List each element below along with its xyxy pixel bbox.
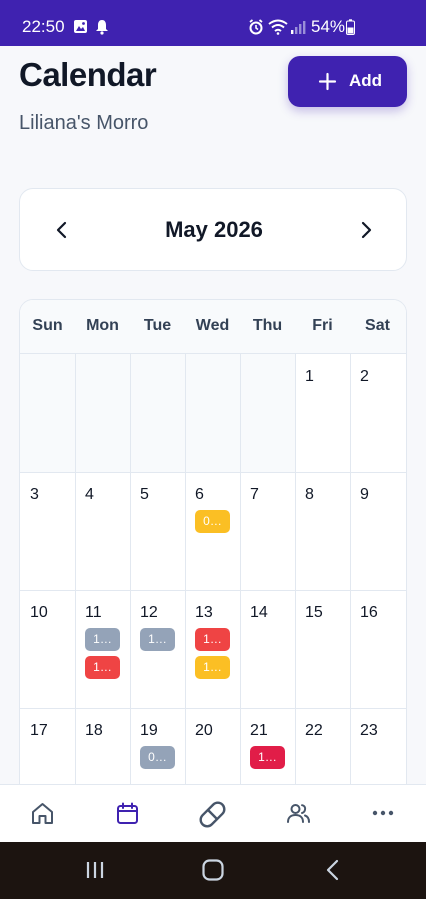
empty-day-cell xyxy=(185,354,240,472)
back-icon[interactable] xyxy=(322,858,344,887)
day-number-7[interactable]: 7 xyxy=(250,486,259,504)
home-circle-icon[interactable] xyxy=(201,858,225,887)
grid-divider xyxy=(295,354,296,784)
day-number-8[interactable]: 8 xyxy=(305,486,314,504)
add-button-label: Add xyxy=(349,71,383,90)
empty-day-cell xyxy=(240,354,295,472)
grid-divider xyxy=(20,590,406,591)
empty-day-cell xyxy=(75,354,130,472)
day-number-2[interactable]: 2 xyxy=(360,368,369,386)
day-number-21[interactable]: 21 xyxy=(250,722,268,740)
calendar-icon[interactable] xyxy=(115,801,140,831)
chevron-right-icon[interactable] xyxy=(356,219,376,241)
weekday-sat: Sat xyxy=(365,317,390,334)
page-title: Calendar xyxy=(19,56,157,93)
day-number-18[interactable]: 18 xyxy=(85,722,103,740)
day-number-1[interactable]: 1 xyxy=(305,368,314,386)
grid-divider xyxy=(185,354,186,784)
weekday-thu: Thu xyxy=(252,317,283,334)
day-number-9[interactable]: 9 xyxy=(360,486,369,504)
grid-divider xyxy=(350,354,351,784)
gallery-notification-icon xyxy=(73,19,88,39)
day-number-23[interactable]: 23 xyxy=(360,722,378,740)
empty-day-cell xyxy=(130,354,185,472)
day-number-14[interactable]: 14 xyxy=(250,604,268,622)
day-number-20[interactable]: 20 xyxy=(195,722,213,740)
event-chip[interactable]: 1… xyxy=(195,628,230,651)
event-chip[interactable]: 1… xyxy=(195,656,230,679)
event-chip[interactable]: 0… xyxy=(195,510,230,533)
more-icon[interactable] xyxy=(371,803,395,828)
day-number-12[interactable]: 12 xyxy=(140,604,158,622)
battery-icon xyxy=(346,19,355,40)
page-content[interactable]: Calendar Liliana's Morro Add May 2026 Su… xyxy=(0,46,426,784)
event-chip[interactable]: 1… xyxy=(250,746,285,769)
weekday-tue: Tue xyxy=(143,317,172,334)
signal-icon xyxy=(290,19,306,40)
day-number-16[interactable]: 16 xyxy=(360,604,378,622)
event-chip[interactable]: 0… xyxy=(140,746,175,769)
home-icon[interactable] xyxy=(30,801,55,831)
page-subtitle: Liliana's Morro xyxy=(19,112,149,134)
event-chip[interactable]: 1… xyxy=(140,628,175,651)
month-label: May 2026 xyxy=(165,217,263,242)
weekday-fri: Fri xyxy=(312,317,333,334)
day-number-5[interactable]: 5 xyxy=(140,486,149,504)
grid-divider xyxy=(240,354,241,784)
event-chip[interactable]: 1… xyxy=(85,628,120,651)
day-number-11[interactable]: 11 xyxy=(85,604,102,622)
status-bar: 22:50 54% xyxy=(0,0,426,46)
month-navigator: May 2026 xyxy=(19,188,407,271)
grid-divider xyxy=(130,354,131,784)
add-button[interactable]: Add xyxy=(288,56,407,107)
grid-divider xyxy=(75,354,76,784)
battery-percent: 54% xyxy=(311,17,346,36)
event-chip[interactable]: 1… xyxy=(85,656,120,679)
day-number-17[interactable]: 17 xyxy=(30,722,48,740)
day-number-22[interactable]: 22 xyxy=(305,722,323,740)
bell-notification-icon xyxy=(95,19,109,40)
status-time: 22:50 xyxy=(22,17,65,36)
day-number-10[interactable]: 10 xyxy=(30,604,48,622)
weekday-sun: Sun xyxy=(32,317,63,334)
bottom-navigation xyxy=(0,784,426,842)
weekday-mon: Mon xyxy=(86,317,119,334)
grid-divider xyxy=(20,472,406,473)
day-number-6[interactable]: 6 xyxy=(195,486,204,504)
day-number-15[interactable]: 15 xyxy=(305,604,323,622)
alarm-icon xyxy=(248,19,264,40)
wifi-icon xyxy=(268,19,288,40)
day-number-19[interactable]: 19 xyxy=(140,722,158,740)
pill-icon[interactable] xyxy=(196,798,229,836)
empty-day-cell xyxy=(20,354,75,472)
weekday-wed: Wed xyxy=(195,317,230,334)
day-number-3[interactable]: 3 xyxy=(30,486,39,504)
day-number-13[interactable]: 13 xyxy=(195,604,213,622)
day-number-4[interactable]: 4 xyxy=(85,486,94,504)
calendar-grid: Sun Mon Tue Wed Thu Fri Sat 1 2 3 4 5 6 0… 7 8 9 10 11 1… 1… xyxy=(19,299,407,784)
plus-icon xyxy=(318,72,337,96)
system-navigation-bar xyxy=(0,842,426,899)
weekday-header: Sun Mon Tue Wed Thu Fri Sat xyxy=(20,300,406,354)
recents-icon[interactable] xyxy=(84,858,106,887)
grid-divider xyxy=(20,708,406,709)
users-icon[interactable] xyxy=(286,801,311,831)
